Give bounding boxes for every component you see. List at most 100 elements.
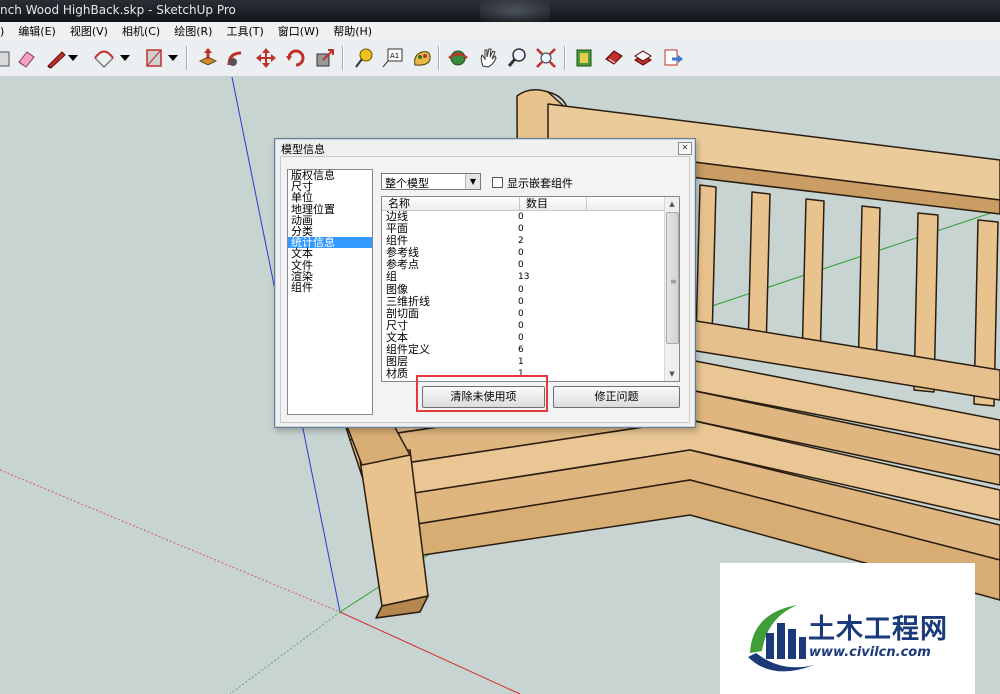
table-row: 图层 1 [382, 356, 665, 368]
row-count: 0 [518, 224, 524, 235]
menu-item-draw[interactable]: 绘图(R) [167, 23, 219, 39]
menu-item-view[interactable]: 视图(V) [63, 23, 115, 39]
dropdown-icon[interactable] [118, 46, 132, 70]
grip-icon: ≡ [670, 277, 677, 286]
show-nested-label: 显示嵌套组件 [507, 177, 573, 190]
toolbar-separator [186, 46, 188, 70]
dropdown-icon[interactable] [166, 46, 180, 70]
zoom-extents-icon[interactable] [534, 46, 558, 70]
row-count: 6 [518, 345, 524, 356]
fix-problems-button[interactable]: 修正问题 [553, 386, 680, 408]
scroll-thumb[interactable]: ≡ [666, 212, 679, 344]
table-row: 图像 0 [382, 282, 665, 296]
row-count: 0 [518, 260, 524, 271]
title-glow [480, 0, 550, 22]
category-item-text[interactable]: 文本 [288, 248, 372, 259]
paint-icon[interactable] [410, 46, 434, 70]
category-item-file[interactable]: 文件 [288, 259, 372, 271]
row-count: 0 [518, 248, 524, 259]
arc-icon[interactable] [92, 46, 116, 70]
text-icon[interactable]: A1 [380, 46, 404, 70]
scope-select[interactable]: 整个模型 ▼ [381, 173, 481, 190]
rectangle-icon[interactable] [142, 46, 166, 70]
row-count: 0 [518, 284, 524, 295]
row-count: 1 [518, 357, 524, 368]
menu-item-camera[interactable]: 相机(C) [115, 23, 167, 39]
row-count: 2 [518, 236, 524, 247]
orbit-icon[interactable] [446, 46, 470, 70]
table-header: 名称 数目 [382, 197, 666, 211]
show-nested-checkbox[interactable] [492, 177, 503, 188]
scroll-up-icon[interactable]: ▲ [665, 197, 679, 211]
table-scrollbar[interactable]: ▲ ≡ ▼ [664, 197, 679, 381]
components-icon[interactable] [572, 46, 596, 70]
zoom-icon[interactable] [505, 46, 529, 70]
table-row: 边线 0 [382, 211, 665, 223]
push-pull-icon[interactable] [196, 46, 220, 70]
toolbar-separator [438, 46, 440, 70]
table-row: 平面 0 [382, 223, 665, 235]
watermark-logo: 土木工程网 www.civilcn.com [720, 563, 975, 694]
eraser-icon[interactable] [14, 46, 38, 70]
green-axis-dashed [229, 611, 341, 694]
column-header-count[interactable]: 数目 [520, 197, 587, 210]
row-count: 0 [518, 320, 524, 331]
row-count: 0 [518, 296, 524, 307]
toolbar: A1 [0, 40, 1000, 77]
rotate-icon[interactable] [284, 46, 308, 70]
section-icon[interactable] [602, 46, 626, 70]
watermark-cn-text: 土木工程网 [808, 614, 948, 645]
row-count: 0 [518, 332, 524, 343]
svg-text:A1: A1 [390, 52, 399, 60]
statistics-table: 名称 数目 边线 0 平面 0 组件 2 参考线 0 参考点 0 组 13 图像 0 三维折线… [381, 196, 680, 382]
category-list: 版权信息 尺寸 单位 地理位置 动画 分类 统计信息 文本 文件 渲染 组件 [287, 169, 373, 415]
tape-measure-icon[interactable] [352, 46, 376, 70]
menu-bar: ) 编辑(E) 视图(V) 相机(C) 绘图(R) 工具(T) 窗口(W) 帮助… [0, 22, 1000, 40]
scale-icon[interactable] [313, 46, 337, 70]
category-item-units[interactable]: 单位 [288, 192, 372, 203]
pencil-icon[interactable] [44, 46, 68, 70]
menu-item-file[interactable]: ) [0, 25, 11, 38]
row-name: 材质 [386, 367, 408, 381]
column-header-empty [587, 197, 666, 210]
table-row: 参考点 0 [382, 259, 665, 271]
toolbar-separator [342, 46, 344, 70]
title-bar: nch Wood HighBack.skp - SketchUp Pro [0, 0, 1000, 22]
row-name: 图像 [386, 282, 408, 296]
close-icon[interactable]: ✕ [678, 142, 692, 155]
table-row: 组件 2 [382, 235, 665, 247]
menu-item-window[interactable]: 窗口(W) [271, 23, 326, 39]
column-header-name[interactable]: 名称 [382, 197, 520, 210]
chevron-down-icon[interactable]: ▼ [465, 174, 480, 189]
table-row: 三维折线 0 [382, 295, 665, 308]
table-row: 组件定义 6 [382, 344, 665, 356]
menu-item-tools[interactable]: 工具(T) [219, 23, 270, 39]
dialog-title: 模型信息 [281, 143, 325, 156]
red-axis [339, 611, 521, 694]
window-title: nch Wood HighBack.skp - SketchUp Pro [0, 3, 236, 17]
toolbar-separator [564, 46, 566, 70]
row-count: 0 [518, 308, 524, 319]
scope-select-value: 整个模型 [385, 177, 429, 190]
menu-item-help[interactable]: 帮助(H) [326, 23, 379, 39]
dropdown-icon[interactable] [66, 46, 80, 70]
scroll-down-icon[interactable]: ▼ [665, 367, 679, 381]
row-name: 组 [386, 270, 397, 284]
move-icon[interactable] [254, 46, 278, 70]
row-count: 13 [518, 272, 530, 283]
table-row: 尺寸 0 [382, 319, 665, 332]
pan-icon[interactable] [476, 46, 500, 70]
table-row: 组 13 [382, 271, 665, 283]
table-rows: 边线 0 平面 0 组件 2 参考线 0 参考点 0 组 13 图像 0 三维折线 0 剖切面 0… [382, 211, 665, 380]
layers-icon[interactable] [631, 46, 655, 70]
row-name: 剖切面 [386, 306, 419, 320]
category-item-components[interactable]: 组件 [288, 282, 372, 293]
export-icon[interactable] [661, 46, 685, 70]
row-count: 0 [518, 212, 524, 222]
follow-me-icon[interactable] [224, 46, 248, 70]
watermark-url: www.civilcn.com [809, 645, 931, 660]
table-row: 参考线 0 [382, 247, 665, 259]
highlight-annotation [416, 375, 548, 412]
green-axis-far [699, 209, 1000, 311]
menu-item-edit[interactable]: 编辑(E) [11, 23, 63, 39]
